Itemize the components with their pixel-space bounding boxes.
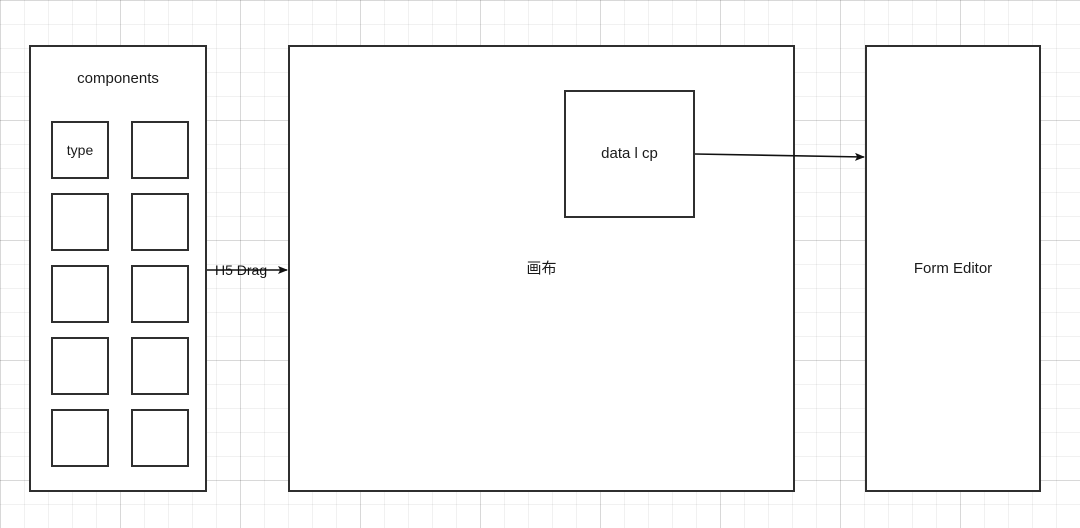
form-editor-box[interactable]: Form Editor — [865, 45, 1041, 492]
components-panel-title: components — [77, 70, 159, 87]
canvas-box-label: 画布 — [526, 259, 557, 277]
palette-tile-7[interactable] — [51, 337, 109, 395]
palette-tile-6[interactable] — [131, 265, 189, 323]
datacp-box-label: data l cp — [601, 145, 658, 162]
palette-tile-8[interactable] — [131, 337, 189, 395]
palette-tile-10[interactable] — [131, 409, 189, 467]
form-editor-box-label: Form Editor — [913, 259, 993, 277]
diagram-canvas: components type 画布 data l cp Form Editor… — [0, 0, 1080, 528]
palette-tile-3[interactable] — [51, 193, 109, 251]
datacp-box[interactable]: data l cp — [564, 90, 695, 218]
palette-tile-4[interactable] — [131, 193, 189, 251]
palette-tile-2[interactable] — [131, 121, 189, 179]
components-panel[interactable]: components type — [29, 45, 207, 492]
palette-tile-1-label: type — [66, 141, 94, 158]
palette-tile-5[interactable] — [51, 265, 109, 323]
palette-tile-1[interactable]: type — [51, 121, 109, 179]
palette-tile-9[interactable] — [51, 409, 109, 467]
canvas-box[interactable]: 画布 — [288, 45, 795, 492]
h5-drag-connector-label: H5 Drag — [215, 262, 268, 278]
